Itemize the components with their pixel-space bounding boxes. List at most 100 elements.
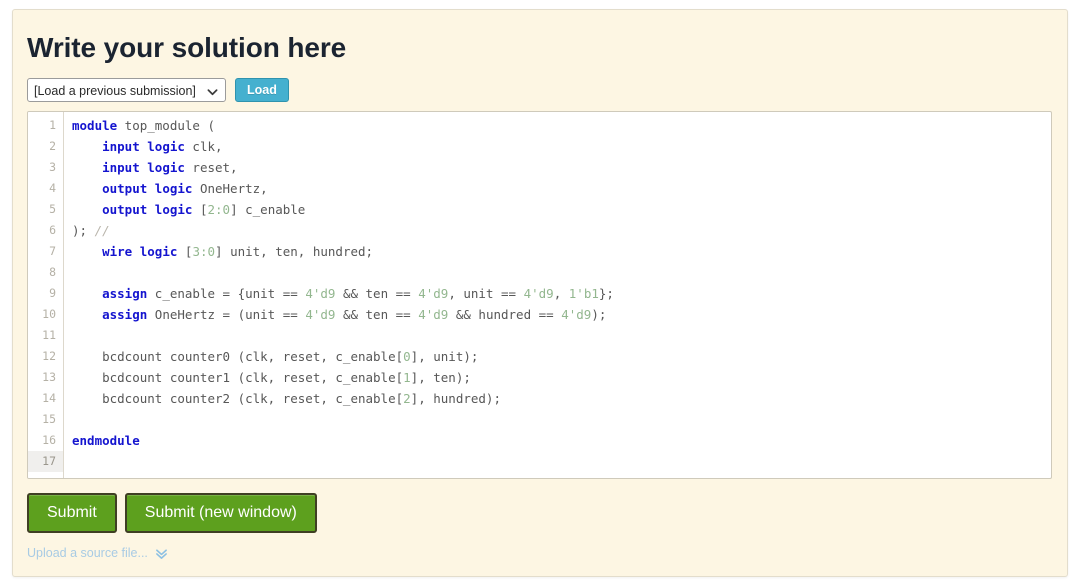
upload-source-file-link[interactable]: Upload a source file... xyxy=(27,546,148,560)
code-line: module top_module ( xyxy=(72,115,1051,136)
previous-submission-select[interactable]: [Load a previous submission] xyxy=(27,78,226,103)
code-line: input logic clk, xyxy=(72,136,1051,157)
code-line: input logic reset, xyxy=(72,157,1051,178)
code-token: input logic xyxy=(102,139,185,155)
code-token: OneHertz, xyxy=(192,181,268,197)
code-token: ], unit); xyxy=(410,349,479,365)
line-number: 9 xyxy=(49,286,56,301)
code-token: 4'd9 xyxy=(305,307,336,323)
line-number: 6 xyxy=(49,223,56,238)
code-line: assign c_enable = {unit == 4'd9 && ten =… xyxy=(72,283,1051,304)
code-token: && ten == xyxy=(335,286,419,302)
editor-toolbar: [Load a previous submission] Load xyxy=(27,78,1053,103)
code-token: bcdcount counter2 (clk, reset, c_enable[ xyxy=(72,391,404,407)
code-token: 4'd9 xyxy=(418,307,449,323)
code-token: bcdcount counter1 (clk, reset, c_enable[ xyxy=(72,370,404,386)
line-number: 12 xyxy=(42,349,56,364)
code-line: endmodule xyxy=(72,430,1051,451)
write-solution-panel: Write your solution here [Load a previou… xyxy=(12,9,1068,577)
line-number: 17 xyxy=(28,451,63,473)
code-token: top_module ( xyxy=(117,118,215,134)
code-line: bcdcount counter0 (clk, reset, c_enable[… xyxy=(72,346,1051,367)
code-token: 1'b1 xyxy=(568,286,599,302)
code-token: clk, xyxy=(184,139,223,155)
editor-code-area[interactable]: module top_module ( input logic clk, inp… xyxy=(64,112,1051,478)
code-token: [ xyxy=(192,202,208,218)
line-number: 10 xyxy=(42,307,56,322)
code-token: ); xyxy=(72,223,95,239)
code-editor[interactable]: 1 2 3 4 5 6 7 8 9 10 11 12 13 14 15 16 17 module top_mod… xyxy=(27,111,1052,480)
submit-new-window-button[interactable]: Submit (new window) xyxy=(124,493,317,534)
line-number: 3 xyxy=(49,160,56,175)
code-token: 2:0 xyxy=(207,202,231,218)
code-line: output logic [2:0] c_enable xyxy=(72,199,1051,220)
line-number: 1 xyxy=(49,118,56,133)
line-number: 14 xyxy=(42,391,56,406)
code-token: && hundred == xyxy=(448,307,562,323)
code-token: 2 xyxy=(403,391,411,407)
previous-submission-select-wrapper: [Load a previous submission] xyxy=(27,78,226,103)
line-number: 8 xyxy=(49,265,56,280)
code-line: output logic OneHertz, xyxy=(72,178,1051,199)
code-token: , xyxy=(553,286,569,302)
code-line: bcdcount counter1 (clk, reset, c_enable[… xyxy=(72,367,1051,388)
code-token: reset, xyxy=(184,160,238,176)
code-token: 1 xyxy=(403,370,411,386)
code-token: OneHertz = (unit == xyxy=(147,307,306,323)
code-token: assign xyxy=(102,307,148,323)
code-token: 0 xyxy=(403,349,411,365)
code-token: [ xyxy=(177,244,193,260)
line-number: 7 xyxy=(49,244,56,259)
code-token: bcdcount counter0 (clk, reset, c_enable[ xyxy=(72,349,404,365)
code-token: 3:0 xyxy=(192,244,216,260)
code-token: endmodule xyxy=(72,433,140,449)
line-number: 11 xyxy=(42,328,56,343)
code-token: input logic xyxy=(102,160,185,176)
code-token: 4'd9 xyxy=(561,307,592,323)
code-token: ] c_enable xyxy=(230,202,306,218)
action-buttons: Submit Submit (new window) xyxy=(27,493,1053,534)
code-token: 4'd9 xyxy=(305,286,336,302)
code-line: bcdcount counter2 (clk, reset, c_enable[… xyxy=(72,388,1051,409)
code-token: ], ten); xyxy=(410,370,471,386)
line-number: 13 xyxy=(42,370,56,385)
submit-button[interactable]: Submit xyxy=(27,493,117,534)
code-line: wire logic [3:0] unit, ten, hundred; xyxy=(72,241,1051,262)
code-token: c_enable = {unit == xyxy=(147,286,306,302)
code-token: , unit == xyxy=(448,286,524,302)
upload-source-row: Upload a source file... xyxy=(27,546,1053,560)
page-title: Write your solution here xyxy=(27,32,347,63)
code-token: assign xyxy=(102,286,148,302)
code-token: output logic xyxy=(102,181,193,197)
code-token: ); xyxy=(591,307,607,323)
code-token: 4'd9 xyxy=(523,286,554,302)
editor-line-number-gutter: 1 2 3 4 5 6 7 8 9 10 11 12 13 14 15 16 17 xyxy=(28,112,64,479)
code-token: 4'd9 xyxy=(418,286,449,302)
code-line: ); // xyxy=(72,220,1051,241)
line-number: 2 xyxy=(49,139,56,154)
line-number: 15 xyxy=(42,412,56,427)
code-token: // xyxy=(94,223,110,239)
code-token: output logic xyxy=(102,202,193,218)
double-chevron-down-icon[interactable] xyxy=(155,547,168,560)
code-token: module xyxy=(72,118,118,134)
load-button[interactable]: Load xyxy=(235,78,289,103)
solution-editor-page: Write your solution here [Load a previou… xyxy=(0,0,1080,586)
code-token: ], hundred); xyxy=(410,391,501,407)
code-token: wire logic xyxy=(102,244,178,260)
line-number: 4 xyxy=(49,181,56,196)
code-token: }; xyxy=(598,286,614,302)
line-number: 16 xyxy=(42,433,56,448)
code-token: ] unit, ten, hundred; xyxy=(215,244,374,260)
